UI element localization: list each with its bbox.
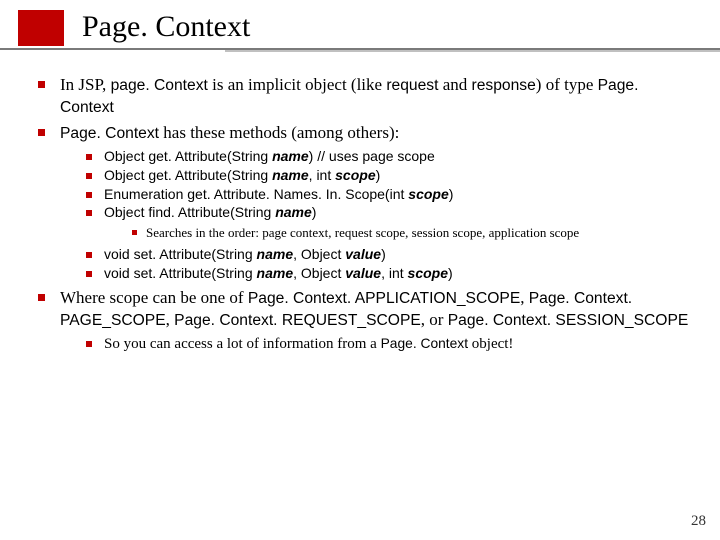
code-text: Object get. Attribute(String — [104, 148, 272, 164]
param-name: name — [257, 246, 294, 262]
code-text: , Object — [293, 246, 345, 262]
param-name: name — [275, 204, 312, 220]
method-4-note: Searches in the order: page context, req… — [128, 225, 690, 242]
text: , — [166, 310, 175, 329]
method-list: Object get. Attribute(String name) // us… — [60, 148, 690, 283]
text: ) of type — [536, 75, 598, 94]
bullet-3-sublist: So you can access a lot of information f… — [60, 335, 690, 354]
text: is an implicit object (like — [208, 75, 386, 94]
text: Where scope can be one of — [60, 288, 248, 307]
text: So you can access a lot of information f… — [104, 336, 381, 352]
param-name: name — [272, 167, 309, 183]
method-2: Object get. Attribute(String name, int s… — [82, 167, 690, 186]
param-name: scope — [408, 186, 448, 202]
code-text: Page. Context. REQUEST_SCOPE — [174, 312, 421, 329]
code-text: void set. Attribute(String — [104, 246, 257, 262]
method-1: Object get. Attribute(String name) // us… — [82, 148, 690, 167]
param-name: scope — [408, 265, 448, 281]
page-number: 28 — [691, 513, 706, 530]
code-text: response — [472, 77, 536, 94]
code-text: , int — [309, 167, 335, 183]
text: and — [438, 75, 471, 94]
code-text: void set. Attribute(String — [104, 265, 257, 281]
code-text: ) — [376, 167, 381, 183]
bullet-3-note: So you can access a lot of information f… — [82, 335, 690, 354]
code-text: Page. Context — [381, 336, 468, 351]
method-3: Enumeration get. Attribute. Names. In. S… — [82, 186, 690, 205]
code-text: ) — [309, 148, 318, 164]
code-text: Object find. Attribute(String — [104, 204, 275, 220]
method-4: Object find. Attribute(String name) Sear… — [82, 204, 690, 242]
text: object! — [468, 336, 513, 352]
code-text: Object get. Attribute(String — [104, 167, 272, 183]
code-text: page. Context — [111, 77, 208, 94]
slide-title: Page. Context — [82, 10, 250, 46]
param-name: value — [345, 246, 381, 262]
text: , or — [421, 310, 448, 329]
code-comment: // uses page scope — [317, 148, 435, 164]
bullet-2: Page. Context has these methods (among o… — [34, 122, 690, 283]
text: , — [520, 288, 529, 307]
title-underline-2 — [225, 50, 720, 52]
param-name: name — [272, 148, 309, 164]
code-text: , Object — [293, 265, 345, 281]
param-name: value — [345, 265, 381, 281]
title-accent-block — [18, 10, 64, 46]
method-5: void set. Attribute(String name, Object … — [82, 246, 690, 265]
code-text: , int — [381, 265, 407, 281]
code-text: Enumeration get. Attribute. Names. In. S… — [104, 186, 408, 202]
bullet-1: In JSP, page. Context is an implicit obj… — [34, 74, 690, 118]
code-text: Page. Context — [60, 125, 159, 142]
text: In JSP, — [60, 75, 111, 94]
code-text: ) — [449, 186, 454, 202]
code-text: Page. Context. APPLICATION_SCOPE — [248, 290, 520, 307]
title-bar: Page. Context — [0, 0, 720, 46]
code-text: ) — [448, 265, 453, 281]
code-text: ) — [312, 204, 317, 220]
slide-content: In JSP, page. Context is an implicit obj… — [0, 60, 720, 354]
bullet-3: Where scope can be one of Page. Context.… — [34, 287, 690, 354]
text: Searches in the order: page context, req… — [146, 225, 579, 240]
param-name: scope — [335, 167, 375, 183]
bullet-list: In JSP, page. Context is an implicit obj… — [34, 74, 690, 354]
param-name: name — [257, 265, 294, 281]
method-6: void set. Attribute(String name, Object … — [82, 265, 690, 284]
text: has these methods (among others): — [159, 123, 399, 142]
code-text: Page. Context. SESSION_SCOPE — [448, 312, 689, 329]
code-text: request — [386, 77, 438, 94]
method-4-sublist: Searches in the order: page context, req… — [104, 225, 690, 242]
code-text: ) — [381, 246, 386, 262]
